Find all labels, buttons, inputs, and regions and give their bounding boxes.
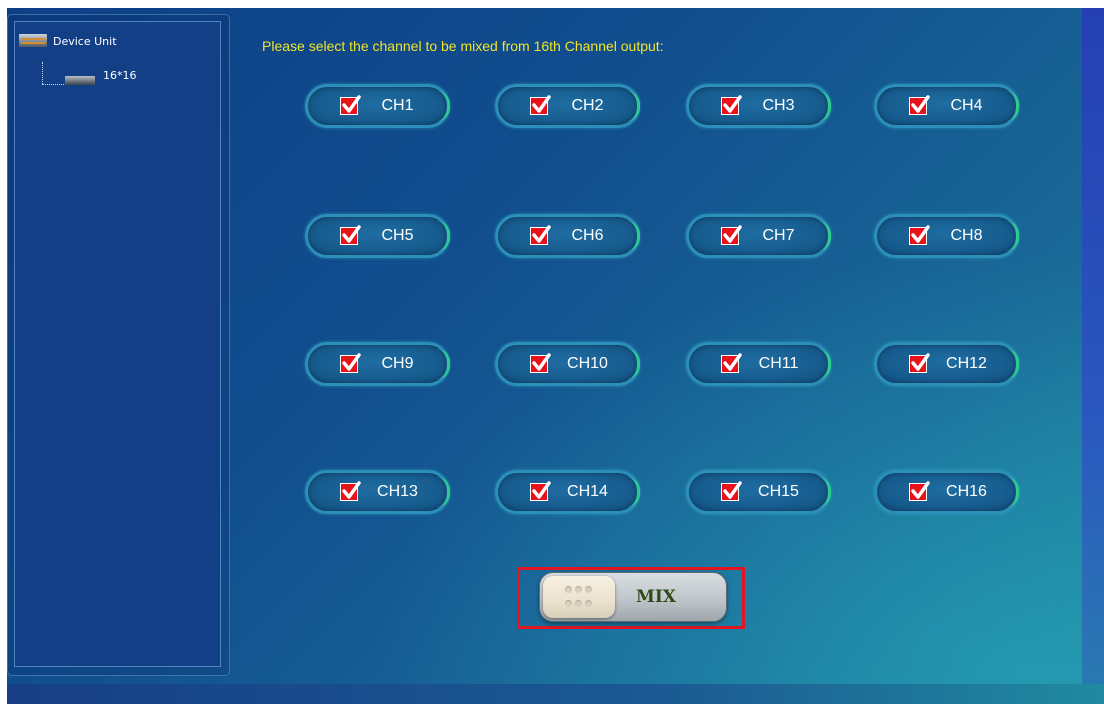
channel-label: CH3	[762, 97, 795, 114]
channel-button-ch4[interactable]: CH4	[874, 84, 1019, 128]
tree-connector	[42, 62, 43, 84]
channel-label: CH14	[567, 483, 608, 500]
bottom-edge-strip	[7, 684, 1104, 704]
toggle-knob[interactable]	[543, 576, 615, 618]
channel-label: CH2	[571, 97, 604, 114]
channel-label: CH16	[946, 483, 987, 500]
channel-button-ch8[interactable]: CH8	[874, 214, 1019, 258]
mix-toggle-switch[interactable]: MIX	[539, 572, 727, 622]
channel-button-ch2[interactable]: CH2	[495, 84, 640, 128]
app-window: Device Unit 16*16 Please select the chan…	[7, 8, 1104, 704]
channel-label: CH5	[381, 227, 414, 244]
tree-root-label: Device Unit	[53, 34, 117, 48]
mix-label: MIX	[636, 587, 676, 607]
channel-button-ch1[interactable]: CH1	[305, 84, 450, 128]
channel-button-ch3[interactable]: CH3	[686, 84, 831, 128]
channel-label: CH6	[571, 227, 604, 244]
device-tree-panel: Device Unit 16*16	[14, 21, 221, 667]
right-edge-strip	[1082, 8, 1104, 704]
channel-label: CH8	[950, 227, 983, 244]
channel-label: CH1	[381, 97, 414, 114]
channel-label: CH13	[377, 483, 418, 500]
channel-button-ch11[interactable]: CH11	[686, 342, 831, 386]
channel-button-ch16[interactable]: CH16	[874, 470, 1019, 514]
channel-label: CH15	[758, 483, 799, 500]
channel-button-ch10[interactable]: CH10	[495, 342, 640, 386]
channel-button-ch7[interactable]: CH7	[686, 214, 831, 258]
tree-child-16x16[interactable]: 16*16	[65, 69, 137, 86]
channel-button-ch12[interactable]: CH12	[874, 342, 1019, 386]
device-unit-icon	[65, 74, 95, 86]
channel-label: CH9	[381, 355, 414, 372]
channel-button-ch9[interactable]: CH9	[305, 342, 450, 386]
channel-label: CH7	[762, 227, 795, 244]
channel-button-ch6[interactable]: CH6	[495, 214, 640, 258]
channel-button-ch15[interactable]: CH15	[686, 470, 831, 514]
tree-connector	[42, 84, 64, 85]
channel-button-ch13[interactable]: CH13	[305, 470, 450, 514]
tree-child-label: 16*16	[103, 68, 137, 82]
channel-button-ch14[interactable]: CH14	[495, 470, 640, 514]
channel-label: CH12	[946, 355, 987, 372]
device-rack-icon	[17, 32, 49, 50]
channel-label: CH10	[567, 355, 608, 372]
channel-label: CH11	[758, 355, 799, 372]
channel-label: CH4	[950, 97, 983, 114]
device-tree-frame: Device Unit 16*16	[7, 14, 230, 676]
tree-root-device-unit[interactable]: Device Unit	[17, 32, 117, 50]
channel-select-prompt: Please select the channel to be mixed fr…	[262, 38, 664, 54]
channel-button-ch5[interactable]: CH5	[305, 214, 450, 258]
